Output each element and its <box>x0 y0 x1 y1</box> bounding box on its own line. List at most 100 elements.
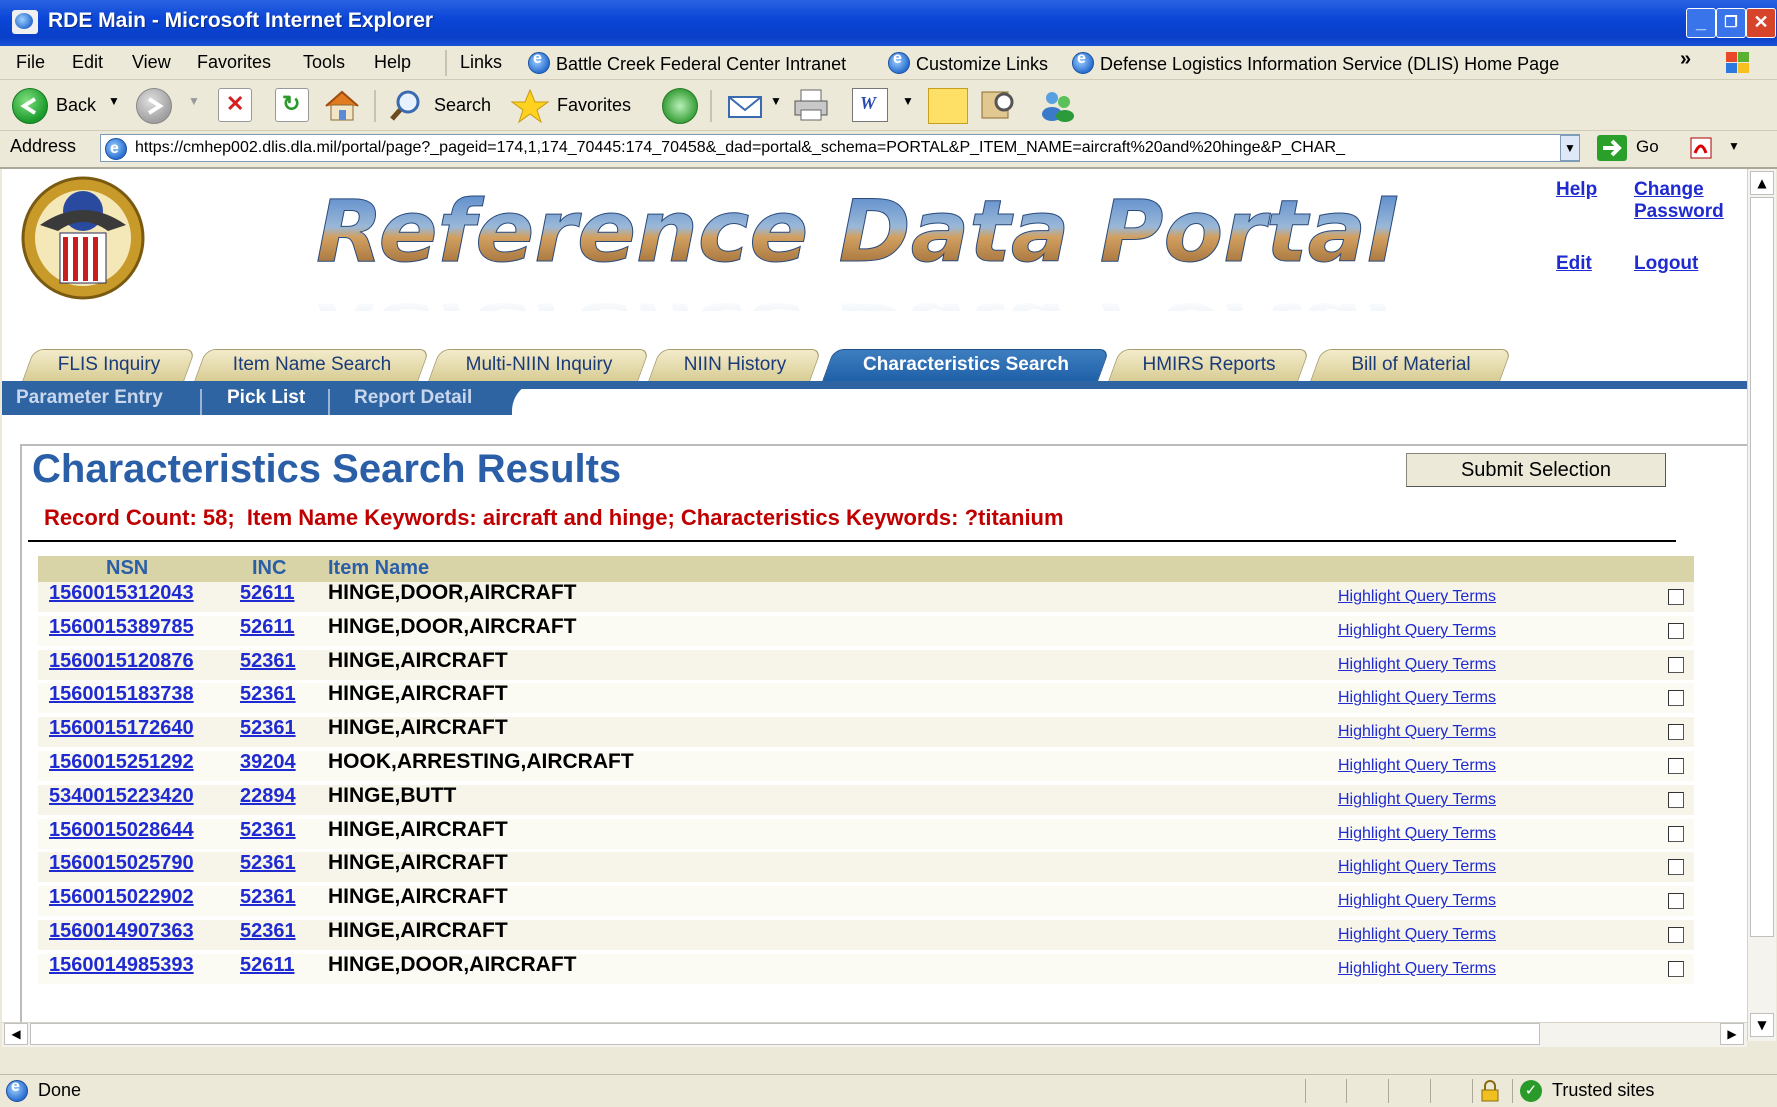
row-select-checkbox[interactable] <box>1668 622 1684 639</box>
highlight-query-terms-link[interactable]: Highlight Query Terms <box>1338 960 1496 978</box>
scroll-left-icon[interactable]: ◀ <box>4 1023 28 1045</box>
nsn-link[interactable]: 1560014907363 <box>49 920 194 943</box>
nsn-link[interactable]: 1560014985393 <box>49 954 194 977</box>
row-select-checkbox[interactable] <box>1668 690 1684 707</box>
acrobat-dropdown-icon[interactable]: ▼ <box>1728 139 1740 153</box>
favorites-star-icon[interactable] <box>510 88 550 124</box>
tab-flis-inquiry[interactable]: FLIS Inquiry <box>22 349 196 381</box>
scroll-up-icon[interactable]: ▲ <box>1750 171 1774 195</box>
highlight-query-terms-link[interactable]: Highlight Query Terms <box>1338 791 1496 809</box>
menu-tools[interactable]: Tools <box>303 52 345 73</box>
search-button-label[interactable]: Search <box>434 95 491 116</box>
nsn-link[interactable]: 1560015025790 <box>49 852 194 875</box>
row-select-checkbox[interactable] <box>1668 758 1684 774</box>
edit-dropdown-icon[interactable]: ▼ <box>902 94 914 108</box>
menu-help[interactable]: Help <box>374 52 411 73</box>
scroll-right-icon[interactable]: ▶ <box>1720 1023 1744 1045</box>
row-select-checkbox[interactable] <box>1668 960 1684 977</box>
inc-link[interactable]: 39204 <box>240 751 296 774</box>
acrobat-icon[interactable] <box>1688 135 1718 161</box>
nsn-link[interactable]: 5340015223420 <box>49 785 194 808</box>
nsn-link[interactable]: 1560015312043 <box>49 582 194 605</box>
messenger-icon[interactable] <box>1038 88 1078 122</box>
inc-link[interactable]: 52611 <box>240 954 295 977</box>
inc-link[interactable]: 52361 <box>240 717 296 740</box>
forward-arrow-icon[interactable] <box>136 88 172 124</box>
stop-icon[interactable]: ✕ <box>218 88 252 122</box>
links-chevron-icon[interactable]: » <box>1680 48 1691 71</box>
row-select-checkbox[interactable] <box>1668 893 1684 910</box>
inc-link[interactable]: 52361 <box>240 650 296 673</box>
go-arrow-icon[interactable] <box>1597 135 1627 161</box>
row-select-checkbox[interactable] <box>1668 724 1684 741</box>
search-icon[interactable] <box>388 88 424 122</box>
help-link[interactable]: Help <box>1556 179 1597 201</box>
tab-bill-of-material[interactable]: Bill of Material <box>1310 349 1512 381</box>
menu-view[interactable]: View <box>132 52 171 73</box>
address-dropdown-icon[interactable]: ▼ <box>1560 135 1580 161</box>
row-select-checkbox[interactable] <box>1668 927 1684 943</box>
edit-link[interactable]: Edit <box>1556 253 1592 275</box>
logout-link[interactable]: Logout <box>1634 253 1698 275</box>
row-select-checkbox[interactable] <box>1668 589 1684 605</box>
inc-link[interactable]: 52361 <box>240 819 296 842</box>
row-select-checkbox[interactable] <box>1668 656 1684 673</box>
row-select-checkbox[interactable] <box>1668 825 1684 842</box>
highlight-query-terms-link[interactable]: Highlight Query Terms <box>1338 926 1496 944</box>
inc-link[interactable]: 52361 <box>240 852 296 875</box>
nsn-link[interactable]: 1560015022902 <box>49 886 194 909</box>
link-battle-creek[interactable]: Battle Creek Federal Center Intranet <box>528 50 846 75</box>
menu-file[interactable]: File <box>16 52 45 73</box>
inc-link[interactable]: 52611 <box>240 582 295 605</box>
nsn-link[interactable]: 1560015251292 <box>49 751 194 774</box>
nsn-link[interactable]: 1560015183738 <box>49 683 194 706</box>
minimize-button[interactable]: _ <box>1686 8 1716 38</box>
scroll-down-icon[interactable]: ▼ <box>1750 1013 1774 1037</box>
tab-niin-history[interactable]: NIIN History <box>648 349 822 381</box>
nsn-link[interactable]: 1560015172640 <box>49 717 194 740</box>
vertical-scrollbar[interactable]: ▲ ▼ <box>1747 169 1776 1041</box>
tab-multi-niin-inquiry[interactable]: Multi-NIIN Inquiry <box>428 349 650 381</box>
forward-dropdown-icon[interactable]: ▼ <box>188 94 200 108</box>
horizontal-scroll-thumb[interactable] <box>30 1023 1540 1045</box>
inc-link[interactable]: 52361 <box>240 886 296 909</box>
favorites-button-label[interactable]: Favorites <box>557 95 631 116</box>
refresh-icon[interactable]: ↻ <box>275 88 309 122</box>
highlight-query-terms-link[interactable]: Highlight Query Terms <box>1338 858 1496 876</box>
inc-link[interactable]: 52611 <box>240 616 295 639</box>
maximize-button[interactable]: ❐ <box>1716 8 1746 38</box>
back-dropdown-icon[interactable]: ▼ <box>108 94 120 108</box>
nsn-link[interactable]: 1560015120876 <box>49 650 194 673</box>
inc-link[interactable]: 22894 <box>240 785 296 808</box>
horizontal-scrollbar[interactable]: ◀ ▶ <box>2 1022 1747 1047</box>
row-select-checkbox[interactable] <box>1668 859 1684 876</box>
address-input[interactable]: https://cmhep002.dlis.dla.mil/portal/pag… <box>100 134 1580 162</box>
menu-edit[interactable]: Edit <box>72 52 103 73</box>
highlight-query-terms-link[interactable]: Highlight Query Terms <box>1338 689 1496 707</box>
inc-link[interactable]: 52361 <box>240 683 296 706</box>
research-icon[interactable] <box>980 88 1018 122</box>
highlight-query-terms-link[interactable]: Highlight Query Terms <box>1338 757 1496 775</box>
link-customize-links[interactable]: Customize Links <box>888 50 1048 75</box>
links-label[interactable]: Links <box>460 52 502 73</box>
highlight-query-terms-link[interactable]: Highlight Query Terms <box>1338 892 1496 910</box>
back-arrow-icon[interactable] <box>12 88 48 124</box>
submit-selection-button[interactable]: Submit Selection <box>1406 453 1666 487</box>
go-button-label[interactable]: Go <box>1636 137 1659 157</box>
change-password-link[interactable]: Change Password <box>1634 179 1724 223</box>
print-icon[interactable] <box>792 88 832 122</box>
history-icon[interactable] <box>662 88 698 124</box>
discuss-icon[interactable] <box>928 88 968 124</box>
link-dlis-home[interactable]: Defense Logistics Information Service (D… <box>1072 50 1559 75</box>
back-button-label[interactable]: Back <box>56 95 96 116</box>
menu-favorites[interactable]: Favorites <box>197 52 271 73</box>
highlight-query-terms-link[interactable]: Highlight Query Terms <box>1338 622 1496 640</box>
inc-link[interactable]: 52361 <box>240 920 296 943</box>
highlight-query-terms-link[interactable]: Highlight Query Terms <box>1338 588 1496 606</box>
tab-item-name-search[interactable]: Item Name Search <box>194 349 430 381</box>
tab-hmirs-reports[interactable]: HMIRS Reports <box>1108 349 1310 381</box>
nsn-link[interactable]: 1560015389785 <box>49 616 194 639</box>
vertical-scroll-thumb[interactable] <box>1750 197 1774 937</box>
tab-characteristics-search[interactable]: Characteristics Search <box>822 349 1110 381</box>
word-edit-icon[interactable]: W <box>852 88 888 122</box>
